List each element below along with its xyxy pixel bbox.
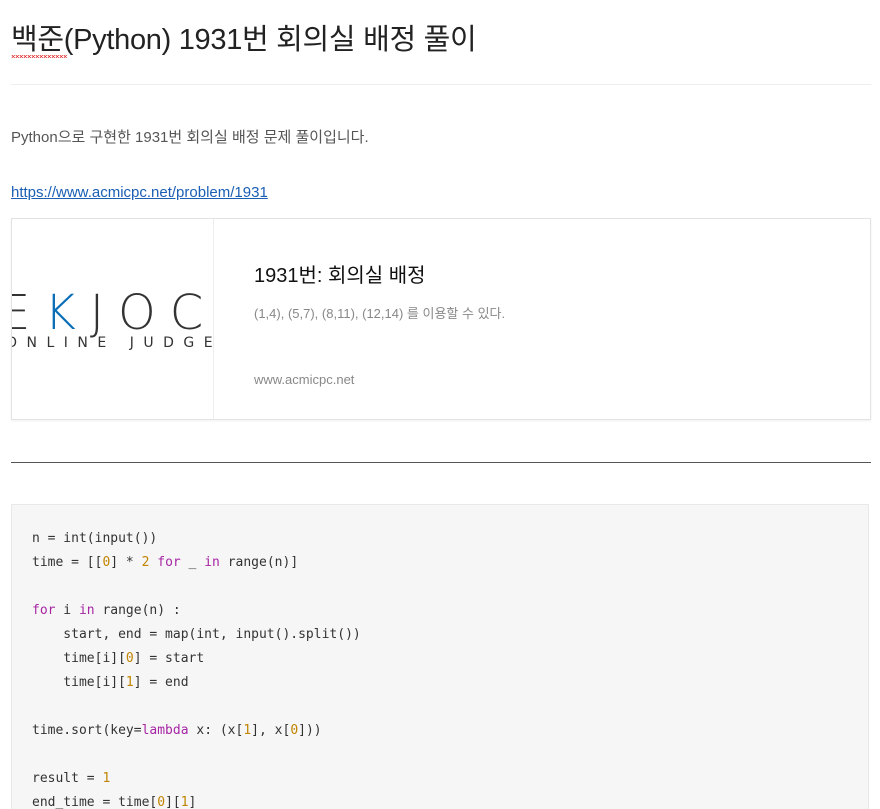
code-token: 1 xyxy=(102,771,111,786)
code-token: range(n) : xyxy=(94,603,181,618)
section-divider xyxy=(11,462,871,463)
card-description: (1,4), (5,7), (8,11), (12,14) 를 이용할 수 있다… xyxy=(254,306,506,321)
code-token: ] * xyxy=(110,555,142,570)
code-line: time[i][1] = end xyxy=(32,671,361,695)
code-line: result = 1 xyxy=(32,767,361,791)
code-token: 0 xyxy=(290,723,299,738)
code-line: start, end = map(int, input().split()) xyxy=(32,623,361,647)
code-token: ], x[ xyxy=(251,723,291,738)
logo-sub-text: ONLINE JUDGE xyxy=(12,335,214,351)
code-token: end_time = time[ xyxy=(32,795,158,809)
code-token: ])) xyxy=(298,723,322,738)
problem-link[interactable]: https://www.acmicpc.net/problem/1931 xyxy=(11,184,268,201)
link-preview-card[interactable]: EKJOC ONLINE JUDGE 1931번: 회의실 배정 (1,4), … xyxy=(11,218,871,420)
code-token: time[i][ xyxy=(32,651,126,666)
code-token: for xyxy=(32,603,56,618)
code-token: for xyxy=(157,555,181,570)
code-token: time[i][ xyxy=(32,675,126,690)
logo-letter: J xyxy=(89,285,118,341)
code-token: 1 xyxy=(180,795,189,809)
card-domain: www.acmicpc.net xyxy=(254,372,355,387)
title-divider xyxy=(11,84,871,85)
code-token: in xyxy=(204,555,220,570)
code-token: ] xyxy=(188,795,197,809)
code-token: 1 xyxy=(125,675,134,690)
code-token: 0 xyxy=(125,651,134,666)
code-token: i xyxy=(55,603,79,618)
code-lines: n = int(input()) time = [[0] * 2 for _ in… xyxy=(32,527,361,809)
code-token: ][ xyxy=(165,795,181,809)
logo-letter: E xyxy=(12,285,44,341)
card-thumbnail: EKJOC ONLINE JUDGE xyxy=(12,219,214,419)
code-line: for i in range(n) : xyxy=(32,599,361,623)
logo-letter: O xyxy=(117,285,170,341)
code-token: lambda xyxy=(141,723,189,738)
code-token: 0 xyxy=(157,795,166,809)
baekjoon-logo-icon: EKJOC xyxy=(12,285,214,341)
blog-post-page: 백준(Python) 1931번 회의실 배정 풀이 Python으로 구현한 … xyxy=(0,0,880,809)
code-line: time = [[0] * 2 for _ in range(n)] xyxy=(32,551,361,575)
code-token: n = int(input()) xyxy=(32,531,158,546)
code-block: n = int(input()) time = [[0] * 2 for _ in… xyxy=(11,504,869,809)
code-token: start, end = map(int, input().split()) xyxy=(32,627,361,642)
code-token: in xyxy=(78,603,95,618)
logo-letter: K xyxy=(44,285,90,341)
code-token: ] = start xyxy=(133,651,205,666)
code-token: result = xyxy=(32,771,103,786)
logo-main-text: EKJOC xyxy=(12,285,214,341)
card-title: 1931번: 회의실 배정 xyxy=(254,265,426,287)
code-line: end_time = time[0][1] xyxy=(32,791,361,809)
code-token: ] = end xyxy=(133,675,189,690)
code-token: x: (x[ xyxy=(188,723,244,738)
code-token: _ xyxy=(180,555,205,570)
spellcheck-underline xyxy=(11,55,67,58)
post-title: 백준(Python) 1931번 회의실 배정 풀이 xyxy=(11,24,477,56)
code-line: time.sort(key=lambda x: (x[1], x[0])) xyxy=(32,719,361,743)
code-token: time = [[ xyxy=(32,555,103,570)
code-token: time.sort(key= xyxy=(32,723,142,738)
code-token: 1 xyxy=(243,723,252,738)
post-intro: Python으로 구현한 1931번 회의실 배정 문제 풀이입니다. xyxy=(11,129,369,146)
logo-letter: C xyxy=(169,285,214,341)
code-token: range(n)] xyxy=(219,555,299,570)
code-line: time[i][0] = start xyxy=(32,647,361,671)
code-line: n = int(input()) xyxy=(32,527,361,551)
